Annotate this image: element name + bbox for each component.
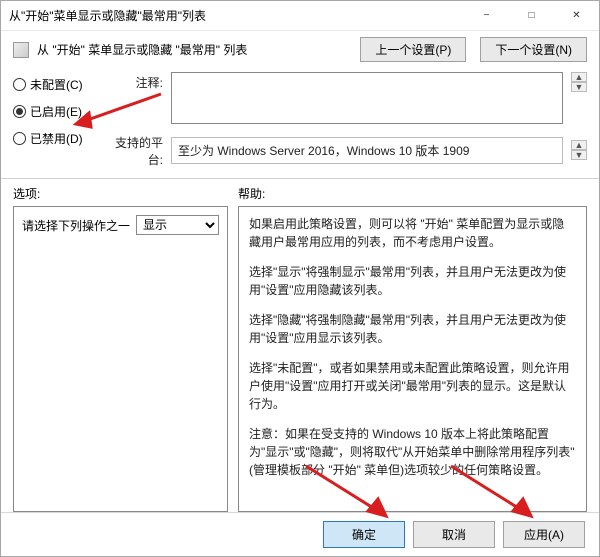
policy-title: 从 "开始" 菜单显示或隐藏 "最常用" 列表 xyxy=(37,41,346,58)
comment-textarea[interactable] xyxy=(171,72,563,124)
supported-row: 支持的平台: 至少为 Windows Server 2016，Windows 1… xyxy=(103,132,587,168)
previous-setting-button[interactable]: 上一个设置(P) xyxy=(360,37,466,62)
help-paragraph: 注意：如果在受支持的 Windows 10 版本上将此策略配置为"显示"或"隐藏… xyxy=(249,425,576,479)
state-radio-group: 未配置(C) 已启用(E) 已禁用(D) xyxy=(13,72,103,168)
dialog-body: 从 "开始" 菜单显示或隐藏 "最常用" 列表 上一个设置(P) 下一个设置(N… xyxy=(1,31,599,512)
separator xyxy=(1,178,599,179)
supported-text: 至少为 Windows Server 2016，Windows 10 版本 19… xyxy=(171,137,563,164)
radio-icon xyxy=(13,78,26,91)
columns: 请选择下列操作之一 显示 如果启用此策略设置，则可以将 "开始" 菜单配置为显示… xyxy=(13,206,587,512)
section-headers: 选项: 帮助: xyxy=(13,185,587,202)
help-paragraph: 选择"未配置"，或者如果禁用或未配置此策略设置，则允许用户使用"设置"应用打开或… xyxy=(249,359,576,413)
policy-editor-window: 从"开始"菜单显示或隐藏"最常用"列表 − □ ✕ 从 "开始" 菜单显示或隐藏… xyxy=(0,0,600,557)
header-row: 从 "开始" 菜单显示或隐藏 "最常用" 列表 上一个设置(P) 下一个设置(N… xyxy=(13,37,587,62)
help-paragraph: 选择"显示"将强制显示"最常用"列表，并且用户无法更改为使用"设置"应用隐藏该列… xyxy=(249,263,576,299)
options-panel: 请选择下列操作之一 显示 xyxy=(13,206,228,512)
radio-label: 已禁用(D) xyxy=(30,130,83,147)
next-setting-button[interactable]: 下一个设置(N) xyxy=(480,37,587,62)
help-panel: 如果启用此策略设置，则可以将 "开始" 菜单配置为显示或隐藏用户最常用应用的列表… xyxy=(238,206,587,512)
minimize-button[interactable]: − xyxy=(464,1,509,31)
policy-icon xyxy=(13,42,29,58)
radio-icon xyxy=(13,132,26,145)
config-row: 未配置(C) 已启用(E) 已禁用(D) 注释: ▲▼ 支持 xyxy=(13,72,587,168)
help-paragraph: 选择"隐藏"将强制隐藏"最常用"列表，并且用户无法更改为使用"设置"应用显示该列… xyxy=(249,311,576,347)
comment-row: 注释: ▲▼ xyxy=(103,72,587,124)
apply-button[interactable]: 应用(A) xyxy=(503,521,585,548)
ok-button[interactable]: 确定 xyxy=(323,521,405,548)
window-title: 从"开始"菜单显示或隐藏"最常用"列表 xyxy=(9,7,464,24)
radio-disabled[interactable]: 已禁用(D) xyxy=(13,130,103,147)
close-button[interactable]: ✕ xyxy=(554,1,599,31)
radio-label: 已启用(E) xyxy=(30,103,82,120)
titlebar: 从"开始"菜单显示或隐藏"最常用"列表 − □ ✕ xyxy=(1,1,599,31)
help-paragraph: 如果启用此策略设置，则可以将 "开始" 菜单配置为显示或隐藏用户最常用应用的列表… xyxy=(249,215,576,251)
option-row-label: 请选择下列操作之一 xyxy=(22,217,130,234)
help-header: 帮助: xyxy=(238,185,587,202)
comment-label: 注释: xyxy=(103,72,163,91)
options-header: 选项: xyxy=(13,185,238,202)
radio-not-configured[interactable]: 未配置(C) xyxy=(13,76,103,93)
dialog-footer: 确定 取消 应用(A) xyxy=(1,512,599,556)
option-select[interactable]: 显示 xyxy=(136,215,219,235)
radio-enabled[interactable]: 已启用(E) xyxy=(13,103,103,120)
radio-label: 未配置(C) xyxy=(30,76,83,93)
supported-scroll[interactable]: ▲▼ xyxy=(571,140,587,160)
maximize-button[interactable]: □ xyxy=(509,1,554,31)
radio-icon xyxy=(13,105,26,118)
cancel-button[interactable]: 取消 xyxy=(413,521,495,548)
comment-scroll[interactable]: ▲▼ xyxy=(571,72,587,92)
option-row: 请选择下列操作之一 显示 xyxy=(22,215,219,235)
supported-label: 支持的平台: xyxy=(103,132,163,168)
